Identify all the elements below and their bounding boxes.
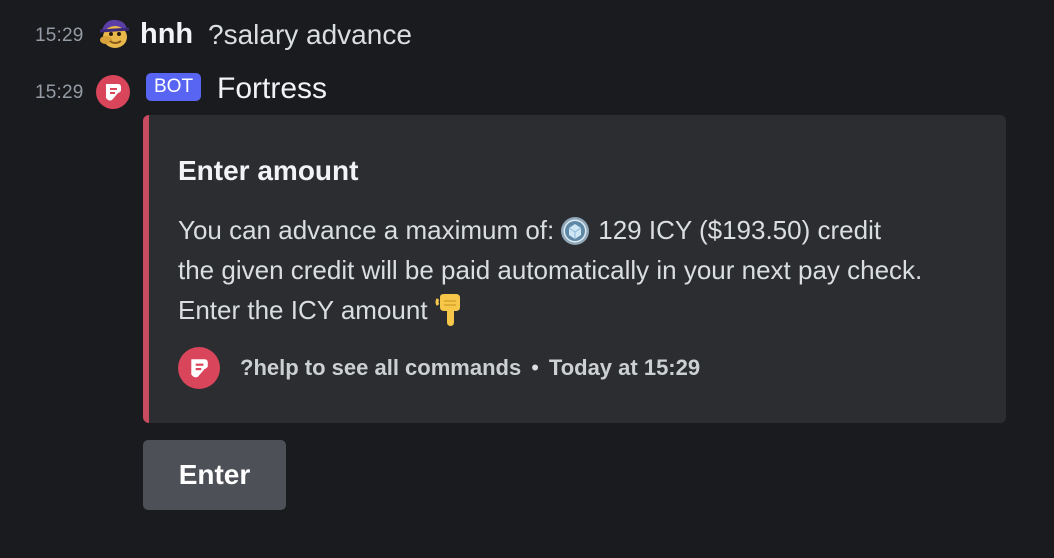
message-content: ?salary advance — [208, 19, 412, 50]
embed-accent-bar — [143, 115, 149, 423]
message-timestamp: 15:29 — [35, 82, 84, 103]
embed-line-pay-check: the given credit will be paid automatica… — [178, 255, 923, 285]
bot-badge: BOT — [146, 73, 202, 101]
footer-separator: • — [531, 355, 539, 380]
message-user: 15:29 hnh ?salary advance — [0, 14, 1054, 54]
embed-card: Enter amount You can advance a maximum o… — [143, 115, 1006, 423]
embed-footer: ?help to see all commands • Today at 15:… — [178, 346, 700, 390]
fortress-logo-icon — [178, 347, 220, 389]
embed-text: Enter the ICY amount — [178, 294, 428, 325]
footer-help-text: ?help to see all commands — [240, 355, 522, 380]
embed-title: Enter amount — [178, 155, 359, 186]
message-timestamp: 15:29 — [35, 25, 84, 46]
embed-text: 129 ICY ($193.50) credit — [598, 215, 882, 245]
author-name[interactable]: Fortress — [217, 72, 327, 106]
author-name[interactable]: hnh — [140, 18, 193, 51]
embed-text: You can advance a maximum of: — [178, 215, 555, 245]
footer-timestamp: Today at 15:29 — [548, 355, 701, 380]
enter-button[interactable]: Enter — [143, 440, 286, 510]
fortress-logo-icon[interactable] — [96, 75, 130, 109]
duck-avatar-icon[interactable] — [96, 16, 132, 52]
pointing-down-hand-icon — [434, 293, 464, 327]
embed-line-max-advance: You can advance a maximum of: 129 ICY ($… — [178, 215, 881, 246]
embed-line-enter-amount: Enter the ICY amount — [178, 293, 464, 327]
message-bot: 15:29 BOT Fortress — [0, 70, 1054, 110]
icy-coin-icon — [560, 216, 590, 246]
chat-area: 15:29 hnh ?salary advance 15:29 BOT Fort… — [0, 0, 1054, 558]
